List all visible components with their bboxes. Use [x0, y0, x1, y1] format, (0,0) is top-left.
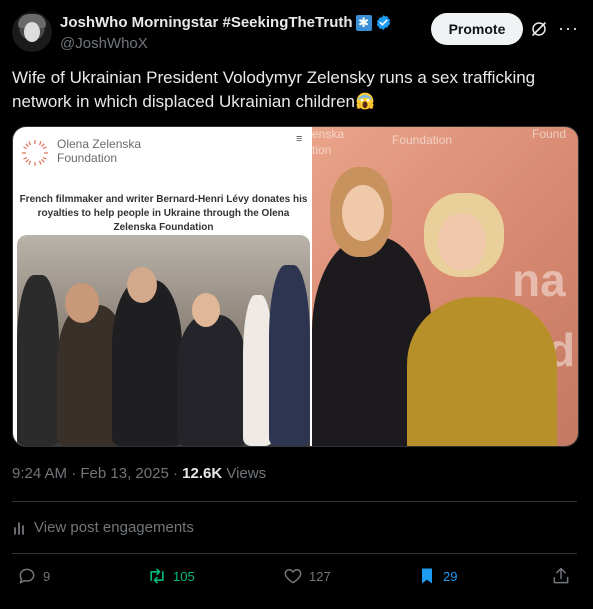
backdrop-text: enska — [312, 127, 345, 141]
group-photo — [17, 235, 310, 446]
reply-icon — [19, 568, 35, 584]
repost-count: 105 — [173, 568, 195, 584]
backdrop-text: na — [512, 254, 566, 306]
screaming-face-emoji — [356, 92, 374, 110]
analytics-icon — [14, 521, 24, 535]
media-right-image: enska tion Foundation Found na d — [312, 127, 578, 446]
engagements-label: View post engagements — [34, 519, 194, 536]
foundation-name: Olena Zelenska Foundation — [57, 137, 142, 165]
bookmark-icon — [422, 568, 432, 584]
snowflake-badge-icon: ✱ — [355, 14, 372, 31]
person-silhouette — [438, 213, 486, 271]
repost-icon — [150, 568, 164, 584]
person-silhouette — [177, 315, 247, 446]
name-row: JoshWho Morningstar #SeekingTheTruth ✱ — [60, 14, 392, 31]
backdrop-text: Foundation — [392, 133, 453, 147]
backdrop-text: tion — [312, 143, 332, 157]
image-caption: French filmmaker and writer Bernard-Henr… — [19, 194, 308, 233]
view-engagements-link[interactable]: View post engagements — [12, 519, 194, 536]
bookmark-button[interactable]: 29 — [417, 566, 457, 586]
person-silhouette — [17, 275, 59, 446]
person-silhouette — [112, 280, 182, 446]
post-header: JoshWho Morningstar #SeekingTheTruth ✱ @… — [12, 10, 582, 58]
foundation-logo-icon — [22, 140, 48, 166]
share-button[interactable] — [551, 566, 571, 586]
person-silhouette — [407, 297, 557, 446]
meta-separator: · — [71, 465, 77, 482]
post-body: Wife of Ukrainian President Volodymyr Ze… — [12, 68, 536, 111]
like-count: 127 — [309, 568, 331, 584]
repost-button[interactable]: 105 — [147, 566, 195, 586]
post-text: Wife of Ukrainian President Volodymyr Ze… — [12, 66, 577, 114]
views-count: 12.6K — [182, 465, 223, 482]
avatar-face — [24, 22, 40, 42]
media-left-image: Olena Zelenska Foundation ≡ French filmm… — [13, 127, 312, 446]
more-options-icon[interactable]: ··· — [558, 18, 578, 38]
menu-icon: ≡ — [296, 133, 303, 145]
person-silhouette — [65, 283, 99, 323]
person-silhouette — [342, 185, 384, 241]
verified-icon — [376, 15, 390, 30]
meta-separator: · — [172, 465, 178, 482]
like-button[interactable]: 127 — [283, 566, 331, 586]
bookmark-count: 29 — [443, 568, 458, 584]
heart-icon — [284, 569, 302, 584]
reply-button[interactable]: 9 — [17, 566, 50, 586]
post-time[interactable]: 9:24 AM — [12, 465, 67, 482]
backdrop-text: Found — [532, 127, 567, 141]
divider — [12, 553, 577, 554]
grok-icon[interactable] — [530, 20, 548, 38]
avatar[interactable] — [12, 12, 52, 52]
views-label: Views — [226, 465, 267, 482]
person-silhouette — [192, 293, 220, 327]
person-silhouette — [269, 265, 310, 446]
divider — [12, 501, 577, 502]
display-name[interactable]: JoshWho Morningstar #SeekingTheTruth — [60, 14, 353, 31]
promote-button[interactable]: Promote — [431, 13, 523, 45]
post-meta: 9:24 AM · Feb 13, 2025 · 12.6K Views — [12, 465, 266, 482]
action-bar: 9 105 127 29 — [12, 566, 577, 590]
post-date[interactable]: Feb 13, 2025 — [80, 465, 168, 482]
share-icon — [553, 567, 569, 584]
person-silhouette — [127, 267, 157, 303]
reply-count: 9 — [43, 568, 51, 584]
post-media[interactable]: Olena Zelenska Foundation ≡ French filmm… — [12, 126, 579, 447]
handle[interactable]: @JoshWhoX — [60, 35, 148, 52]
